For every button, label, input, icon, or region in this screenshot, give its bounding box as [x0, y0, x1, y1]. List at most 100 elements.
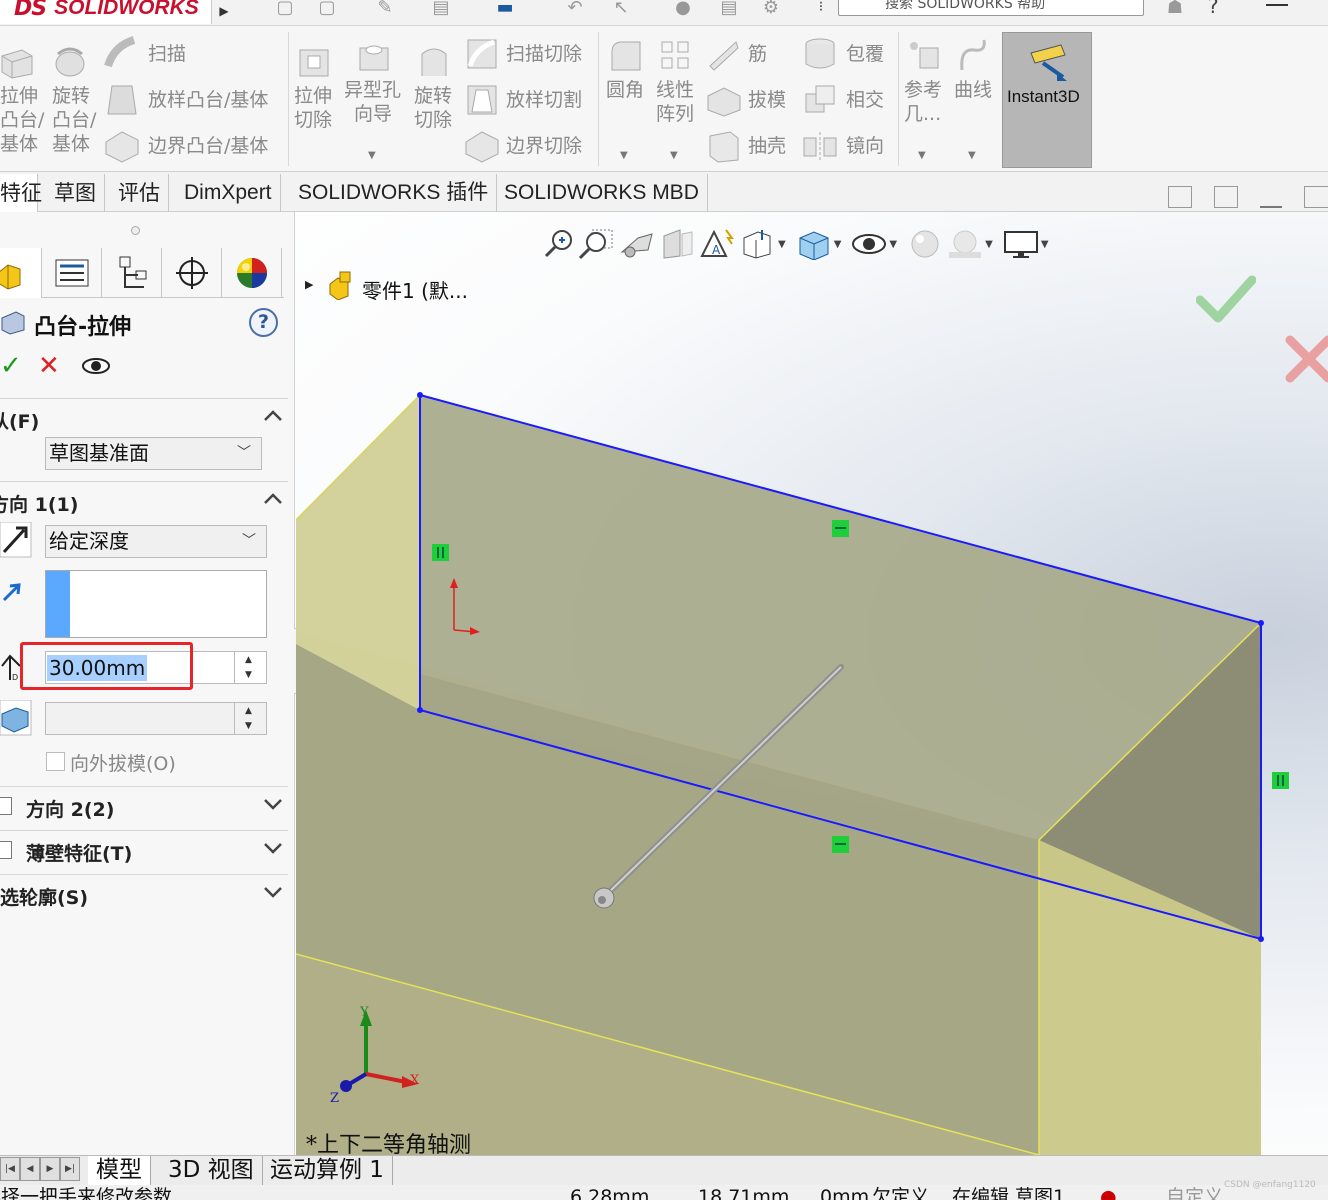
instant3d-button[interactable]: Instant3D	[1002, 32, 1092, 168]
dimxpert-manager-tab[interactable]	[162, 248, 222, 298]
preview-eye-icon[interactable]	[82, 354, 110, 378]
help-search-input[interactable]: 搜索 SOLIDWORKS 帮助	[838, 0, 1144, 16]
direction2-section-header[interactable]: 方向 2(2)	[0, 786, 288, 830]
undo-icon[interactable]: ↶	[560, 0, 590, 18]
tab-3d-view[interactable]: 3D 视图	[160, 1156, 263, 1185]
reverse-direction-icon[interactable]	[0, 522, 32, 558]
fillet-dropdown-icon[interactable]: ▼	[620, 150, 628, 161]
shell-label[interactable]: 抽壳	[748, 134, 786, 158]
cancel-x-button[interactable]: ✕	[38, 352, 62, 380]
reference-geometry-label[interactable]: 参考 几...	[904, 78, 942, 126]
edit-icon[interactable]: ✎	[370, 0, 400, 18]
extrude-cut-label[interactable]: 拉伸 切除	[294, 84, 332, 132]
revolve-cut-icon[interactable]	[416, 44, 452, 80]
linear-pattern-dropdown-icon[interactable]: ▼	[670, 150, 678, 161]
extrude-cut-icon[interactable]	[296, 44, 332, 80]
minimize-icon[interactable]	[1266, 4, 1288, 6]
horizontal-relation-icon[interactable]	[832, 836, 849, 853]
draft-label[interactable]: 拔模	[748, 88, 786, 112]
linear-pattern-label[interactable]: 线性 阵列	[656, 78, 694, 126]
sweep-icon[interactable]	[104, 36, 140, 72]
help-question-icon[interactable]: ?	[1208, 0, 1219, 18]
tab-solidworks-mbd[interactable]: SOLIDWORKS MBD	[496, 174, 708, 212]
zoom-area-icon[interactable]	[578, 228, 618, 260]
wrap-icon[interactable]	[802, 36, 838, 72]
dynamic-annotation-view-icon[interactable]: A	[698, 228, 738, 260]
configuration-manager-tab[interactable]	[102, 248, 162, 298]
save-icon[interactable]: ▤	[426, 0, 456, 18]
options-gear-icon[interactable]: ⚙	[756, 0, 786, 18]
part-tree-label[interactable]: 零件1 (默...	[362, 275, 468, 304]
rib-icon[interactable]	[706, 36, 742, 72]
file-properties-icon[interactable]: ▤	[714, 0, 744, 18]
draft-outward-checkbox[interactable]	[46, 752, 65, 771]
curves-icon[interactable]	[956, 38, 992, 74]
new-document-icon[interactable]: ▢	[270, 0, 300, 18]
hide-show-items-icon[interactable]	[849, 228, 889, 260]
tab-evaluate[interactable]: 评估	[110, 174, 169, 212]
confirm-checkmark-icon[interactable]	[1196, 272, 1256, 326]
direction1-section-header[interactable]: 方向 1(1)	[0, 481, 288, 525]
view-triad[interactable]: Y X Z	[326, 1004, 426, 1104]
chevron-up-icon[interactable]	[262, 405, 284, 427]
chevron-down-icon[interactable]	[262, 837, 284, 859]
mirror-icon[interactable]	[802, 128, 838, 164]
linear-pattern-icon[interactable]	[658, 38, 694, 74]
display-manager-tab[interactable]	[222, 248, 282, 298]
intersect-label[interactable]: 相交	[846, 88, 884, 112]
vertical-relation-icon[interactable]	[432, 544, 449, 561]
edit-appearance-icon[interactable]	[905, 228, 945, 260]
draft-angle-input[interactable]: ▲ ▼	[45, 702, 267, 735]
boundary-boss-label[interactable]: 边界凸台/基体	[148, 134, 268, 158]
draft-toggle-icon[interactable]	[0, 700, 32, 736]
horizontal-relation-icon[interactable]	[832, 520, 849, 537]
view-settings-dropdown-icon[interactable]: ▼	[1041, 239, 1049, 250]
lofted-cut-label[interactable]: 放样切割	[506, 88, 582, 112]
tree-expand-arrow[interactable]: ▶	[305, 278, 313, 291]
lofted-cut-icon[interactable]	[464, 82, 500, 118]
thin-feature-section-header[interactable]: 薄壁特征(T)	[0, 830, 288, 874]
swept-cut-label[interactable]: 扫描切除	[506, 42, 582, 66]
sweep-label[interactable]: 扫描	[148, 42, 186, 66]
reference-geometry-icon[interactable]	[906, 38, 942, 74]
property-manager-tab[interactable]	[42, 248, 102, 298]
revolve-boss-label[interactable]: 旋转 凸台/基体	[52, 84, 96, 156]
tab-sketch[interactable]: 草图	[46, 174, 105, 212]
view-orientation-icon[interactable]	[738, 228, 778, 260]
display-style-icon[interactable]	[794, 228, 834, 260]
thin-feature-checkbox[interactable]	[0, 841, 12, 859]
ok-checkmark-button[interactable]: ✓	[0, 352, 24, 380]
tab-features[interactable]: 特征	[0, 174, 42, 212]
hide-show-dropdown-icon[interactable]: ▼	[889, 239, 897, 250]
from-start-condition-select[interactable]: 草图基准面 ﹀	[45, 437, 262, 470]
tab-model[interactable]: 模型	[88, 1156, 151, 1185]
model-view[interactable]	[296, 212, 1328, 1155]
direction2-checkbox[interactable]	[0, 797, 12, 815]
extrude-boss-label[interactable]: 拉伸 凸台/基体	[0, 84, 44, 156]
rebuild-indicator-icon[interactable]: ●	[1100, 1185, 1117, 1200]
tile-left-icon[interactable]	[1168, 186, 1192, 208]
feature-manager-tab[interactable]	[0, 248, 42, 298]
view-orientation-dropdown-icon[interactable]: ▼	[778, 239, 786, 250]
next-tab-icon[interactable]: ▶	[40, 1157, 60, 1181]
zoom-to-fit-icon[interactable]	[542, 228, 578, 260]
loft-icon[interactable]	[104, 82, 140, 118]
loft-label[interactable]: 放样凸台/基体	[148, 88, 268, 112]
doc-minimize-icon[interactable]	[1260, 206, 1282, 208]
revolve-cut-label[interactable]: 旋转 切除	[414, 84, 452, 132]
display-style-dropdown-icon[interactable]: ▼	[834, 239, 842, 250]
tile-right-icon[interactable]	[1214, 186, 1238, 208]
revolve-boss-icon[interactable]	[52, 44, 88, 80]
intersect-icon[interactable]	[802, 82, 838, 118]
menu-expand-arrow[interactable]: ▶	[214, 0, 234, 24]
rebuild-icon[interactable]: ●	[668, 0, 698, 18]
extrude-boss-icon[interactable]	[0, 44, 36, 80]
boundary-cut-icon[interactable]	[464, 128, 500, 164]
from-section-header[interactable]: 从(F)	[0, 398, 288, 442]
scene-dropdown-icon[interactable]: ▼	[985, 239, 993, 250]
print-icon[interactable]: ▬	[490, 0, 520, 18]
previous-view-icon[interactable]	[618, 228, 658, 260]
chevron-down-icon[interactable]	[262, 793, 284, 815]
tab-dimxpert[interactable]: DimXpert	[176, 174, 281, 212]
doc-restore-icon[interactable]	[1304, 186, 1328, 208]
